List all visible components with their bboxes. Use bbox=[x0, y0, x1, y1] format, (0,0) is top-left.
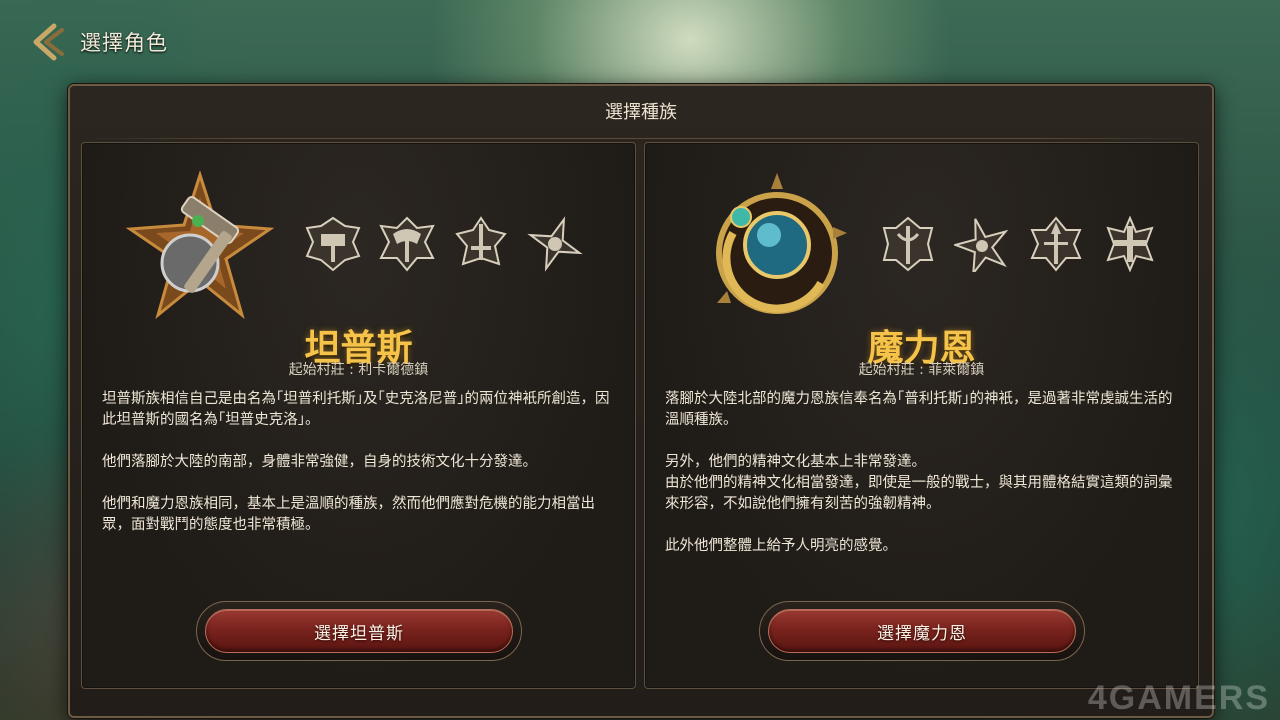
class-icon-row bbox=[304, 215, 584, 273]
race-description: 落腳於大陸北部的魔力恩族信奉名為｢普利托斯｣的神衹，是過著非常虔誠生活的溫順種族… bbox=[665, 389, 1180, 578]
race-description: 坦普斯族相信自己是由名為｢坦普利托斯｣及｢史克洛尼普｣的兩位神衹所創造，因此坦普… bbox=[102, 389, 617, 557]
class-axe-icon[interactable] bbox=[378, 215, 436, 273]
description-paragraph: 另外，他們的精神文化基本上非常發達。 由於他們的精神文化相當發達，即使是一般的戰… bbox=[665, 454, 1173, 512]
select-tempus-button[interactable]: 選擇坦普斯 bbox=[196, 601, 522, 661]
chevron-left-icon bbox=[33, 23, 64, 61]
select-tempus-label: 選擇坦普斯 bbox=[205, 609, 513, 653]
race-card-tempus[interactable]: 坦普斯 起始村莊 : 利卡爾德鎮 坦普斯族相信自己是由名為｢坦普利托斯｣及｢史克… bbox=[81, 142, 636, 689]
back-button[interactable] bbox=[26, 20, 70, 64]
description-paragraph: 此外他們整體上給予人明亮的感覺。 bbox=[665, 538, 897, 554]
class-icon-row bbox=[879, 215, 1159, 273]
panel-title: 選擇種族 bbox=[605, 102, 677, 123]
race-card-morian[interactable]: 魔力恩 起始村莊 : 菲萊爾鎮 落腳於大陸北部的魔力恩族信奉名為｢普利托斯｣的神… bbox=[644, 142, 1199, 689]
class-staff-icon[interactable] bbox=[879, 215, 937, 273]
description-paragraph: 他們落腳於大陸的南部，身體非常強健，自身的技術文化十分發達。 bbox=[102, 454, 537, 470]
axe-star-emblem-icon bbox=[125, 170, 275, 320]
class-cross-icon[interactable] bbox=[1101, 215, 1159, 273]
class-star-icon[interactable] bbox=[953, 215, 1011, 273]
class-hammer-icon[interactable] bbox=[304, 215, 362, 273]
watermark: 4GAMERS bbox=[1087, 679, 1270, 717]
class-sword-icon[interactable] bbox=[452, 215, 510, 273]
class-spear-icon[interactable] bbox=[1027, 215, 1085, 273]
race-select-panel: 選擇種族 坦普斯 起始村莊 : 利卡爾德鎮 坦普斯族相信自己是由名為｢坦普利托斯… bbox=[68, 84, 1214, 718]
description-paragraph: 落腳於大陸北部的魔力恩族信奉名為｢普利托斯｣的神衹，是過著非常虔誠生活的溫順種族… bbox=[665, 391, 1173, 428]
select-morian-button[interactable]: 選擇魔力恩 bbox=[759, 601, 1085, 661]
class-shuriken-icon[interactable] bbox=[526, 215, 584, 273]
description-paragraph: 他們和魔力恩族相同，基本上是溫順的種族，然而他們應對危機的能力相當出眾，面對戰鬥… bbox=[102, 496, 595, 533]
starting-village: 起始村莊 : 利卡爾德鎮 bbox=[288, 362, 429, 378]
orb-crescent-emblem-icon bbox=[716, 173, 847, 314]
starting-village: 起始村莊 : 菲萊爾鎮 bbox=[858, 362, 985, 378]
panel-divider bbox=[82, 138, 1200, 139]
description-paragraph: 坦普斯族相信自己是由名為｢坦普利托斯｣及｢史克洛尼普｣的兩位神衹所創造，因此坦普… bbox=[102, 391, 610, 428]
screen-title: 選擇角色 bbox=[80, 31, 168, 55]
select-morian-label: 選擇魔力恩 bbox=[768, 609, 1076, 653]
top-bar: 選擇角色 bbox=[26, 22, 168, 62]
